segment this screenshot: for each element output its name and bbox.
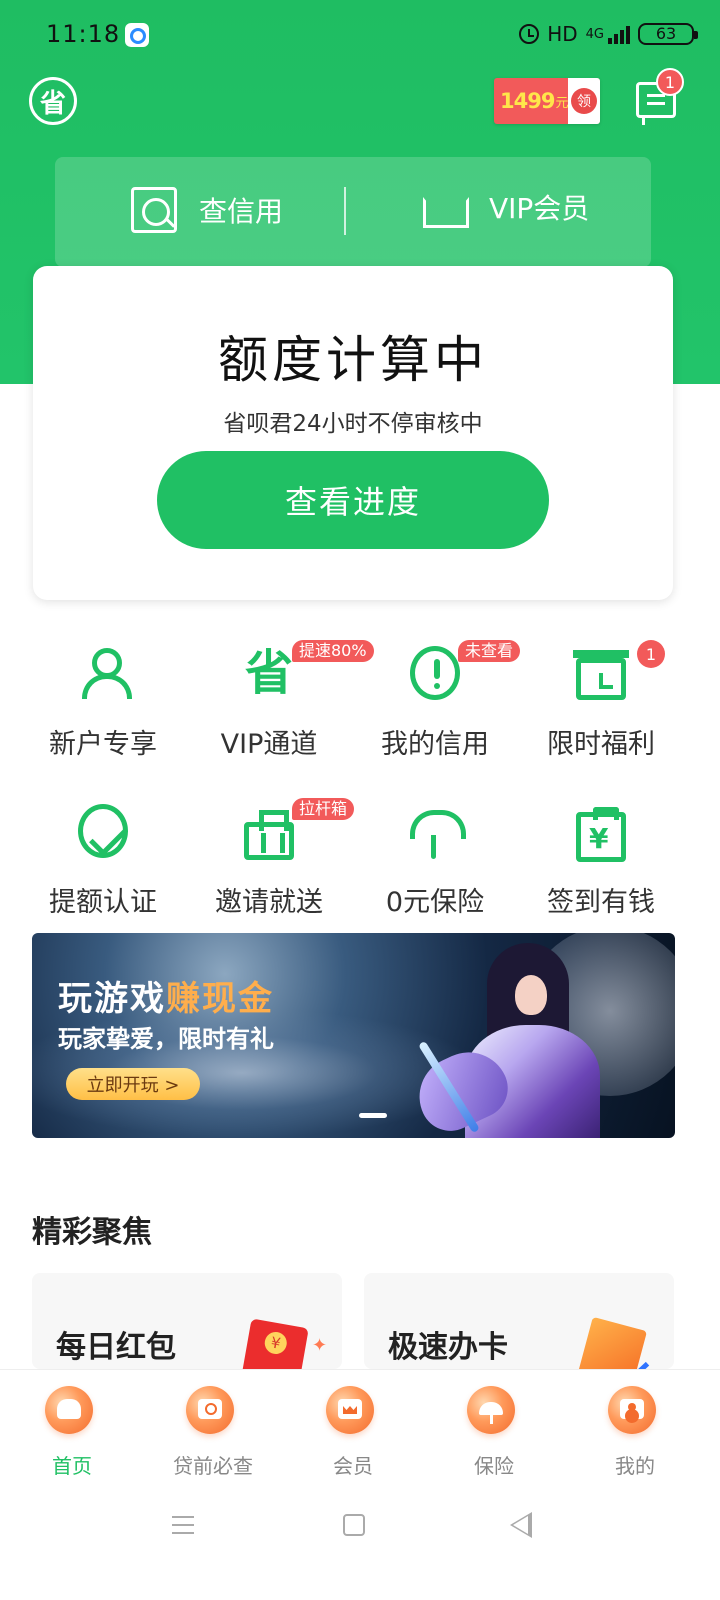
service-label: 提额认证 bbox=[49, 887, 157, 918]
service-label: 签到有钱 bbox=[547, 887, 655, 918]
umbrella-icon bbox=[410, 804, 466, 859]
nav-home[interactable]: 首页 bbox=[17, 1384, 127, 1482]
checkin-money-icon bbox=[576, 807, 626, 862]
credit-status-subtitle: 省呗君24小时不停审核中 bbox=[223, 411, 483, 437]
service-label: 我的信用 bbox=[381, 729, 489, 760]
network-type: 4G bbox=[585, 26, 604, 42]
promo-action: 领 bbox=[571, 88, 597, 114]
service-label: 新户专享 bbox=[49, 729, 157, 760]
nav-label: 首页 bbox=[52, 1454, 92, 1478]
nav-label: 会员 bbox=[333, 1454, 373, 1478]
luggage-tag: 拉杆箱 bbox=[292, 798, 355, 820]
vip-member-button[interactable]: VIP会员 bbox=[421, 187, 589, 227]
nav-insurance[interactable]: 保险 bbox=[439, 1384, 549, 1482]
insurance-umbrella-icon bbox=[467, 1386, 515, 1434]
service-vip-channel[interactable]: 省 提速80% VIP通道 bbox=[186, 618, 374, 760]
signal-icon bbox=[608, 24, 630, 44]
service-new-user[interactable]: 新户专享 bbox=[20, 618, 186, 760]
view-progress-button[interactable]: 查看进度 bbox=[157, 451, 549, 549]
quick-action-panel: 查信用 VIP会员 bbox=[55, 157, 651, 267]
status-bar: 11:18 HD 4G 63 bbox=[0, 0, 720, 72]
nav-label: 贷前必查 bbox=[173, 1454, 253, 1478]
benefit-count-badge: 1 bbox=[637, 640, 665, 668]
app-logo-icon[interactable]: 省 bbox=[29, 77, 77, 125]
bottom-navigation: 首页 贷前必查 会员 保险 我的 bbox=[0, 1369, 720, 1495]
promo-amount: 1499 bbox=[500, 89, 555, 113]
home-icon bbox=[45, 1386, 93, 1434]
member-crown-icon bbox=[326, 1386, 374, 1434]
android-navigation-bar bbox=[0, 1495, 720, 1600]
home-screen: 11:18 HD 4G 63 省 1499 元 领 1 查信用 VIP会员 额度 bbox=[0, 0, 720, 1600]
recent-apps-icon[interactable] bbox=[172, 1516, 194, 1534]
loan-check-icon bbox=[186, 1386, 234, 1434]
service-free-insurance[interactable]: 0元保险 bbox=[352, 776, 518, 918]
banner-title-accent: 赚现金 bbox=[166, 979, 274, 1019]
claim-icon: 领 bbox=[568, 78, 600, 124]
service-my-credit[interactable]: 未查看 我的信用 bbox=[352, 618, 521, 760]
character-face bbox=[515, 975, 547, 1015]
sparkle-icon: ✦ bbox=[312, 1335, 328, 1356]
play-now-button[interactable]: 立即开玩 > bbox=[66, 1068, 200, 1100]
battery-icon: 63 bbox=[638, 23, 698, 45]
banner-title-prefix: 玩游戏 bbox=[58, 979, 166, 1019]
nav-loan-check[interactable]: 贷前必查 bbox=[158, 1384, 268, 1482]
profile-icon bbox=[608, 1386, 656, 1434]
credit-alert-icon bbox=[410, 646, 460, 700]
service-limited-benefit[interactable]: 1 限时福利 bbox=[518, 618, 684, 760]
new-user-icon bbox=[78, 646, 132, 700]
banner-title: 玩游戏赚现金 bbox=[58, 971, 274, 1020]
credit-search-icon bbox=[131, 187, 177, 233]
luggage-icon bbox=[244, 810, 294, 860]
credit-boost-icon bbox=[78, 804, 128, 858]
nav-member[interactable]: 会员 bbox=[298, 1384, 408, 1482]
service-grid: 新户专享 省 提速80% VIP通道 未查看 我的信用 1 限时福利 提额认证 … bbox=[20, 618, 700, 918]
service-label: 限时福利 bbox=[547, 729, 655, 760]
message-badge: 1 bbox=[656, 68, 684, 96]
banner-subtitle: 玩家挚爱，限时有礼 bbox=[58, 1025, 274, 1053]
hd-indicator: HD bbox=[547, 22, 578, 46]
nav-label: 我的 bbox=[615, 1454, 655, 1478]
app-notification-icon bbox=[125, 23, 149, 47]
coupon-promo-button[interactable]: 1499 元 领 bbox=[494, 78, 600, 124]
featured-section-title: 精彩聚焦 bbox=[32, 1215, 152, 1250]
service-invite-gift[interactable]: 拉杆箱 邀请就送 bbox=[186, 776, 355, 918]
fast-card-application-card[interactable]: 极速办卡 bbox=[364, 1273, 674, 1369]
game-promo-banner[interactable]: 玩游戏赚现金 玩家挚爱，限时有礼 立即开玩 > bbox=[32, 933, 675, 1138]
system-home-icon[interactable] bbox=[343, 1514, 365, 1536]
vip-member-label: VIP会员 bbox=[489, 192, 590, 225]
daily-red-envelope-card[interactable]: 每日红包 ✦ bbox=[32, 1273, 342, 1369]
nav-profile[interactable]: 我的 bbox=[580, 1384, 690, 1482]
credit-check-label: 查信用 bbox=[199, 195, 284, 228]
red-envelope-icon bbox=[241, 1318, 309, 1369]
service-label: 0元保险 bbox=[385, 887, 485, 918]
credit-check-button[interactable]: 查信用 bbox=[131, 187, 283, 233]
nav-label: 保险 bbox=[474, 1454, 514, 1478]
crown-icon bbox=[421, 187, 467, 227]
service-credit-boost[interactable]: 提额认证 bbox=[20, 776, 186, 918]
credit-status-card: 额度计算中 省呗君24小时不停审核中 查看进度 bbox=[33, 266, 673, 600]
gift-clock-icon bbox=[573, 650, 629, 700]
daily-red-envelope-title: 每日红包 bbox=[56, 1330, 176, 1365]
service-label: VIP通道 bbox=[220, 729, 318, 760]
banner-page-indicator bbox=[359, 1113, 387, 1118]
fantasy-character-illustration bbox=[406, 933, 675, 1138]
service-checkin-money[interactable]: 签到有钱 bbox=[518, 776, 684, 918]
unviewed-tag: 未查看 bbox=[458, 640, 521, 662]
quick-action-divider bbox=[344, 187, 346, 235]
alarm-icon bbox=[519, 24, 540, 44]
status-icons: HD 4G 63 bbox=[519, 22, 698, 46]
status-time: 11:18 bbox=[46, 20, 121, 48]
fast-card-title: 极速办卡 bbox=[388, 1330, 508, 1365]
promo-unit: 元 bbox=[555, 95, 569, 111]
credit-status-title: 额度计算中 bbox=[218, 331, 488, 389]
back-icon[interactable] bbox=[510, 1512, 532, 1538]
credit-card-icon bbox=[576, 1316, 648, 1369]
service-label: 邀请就送 bbox=[215, 887, 323, 918]
vip-channel-icon: 省 bbox=[244, 645, 293, 701]
